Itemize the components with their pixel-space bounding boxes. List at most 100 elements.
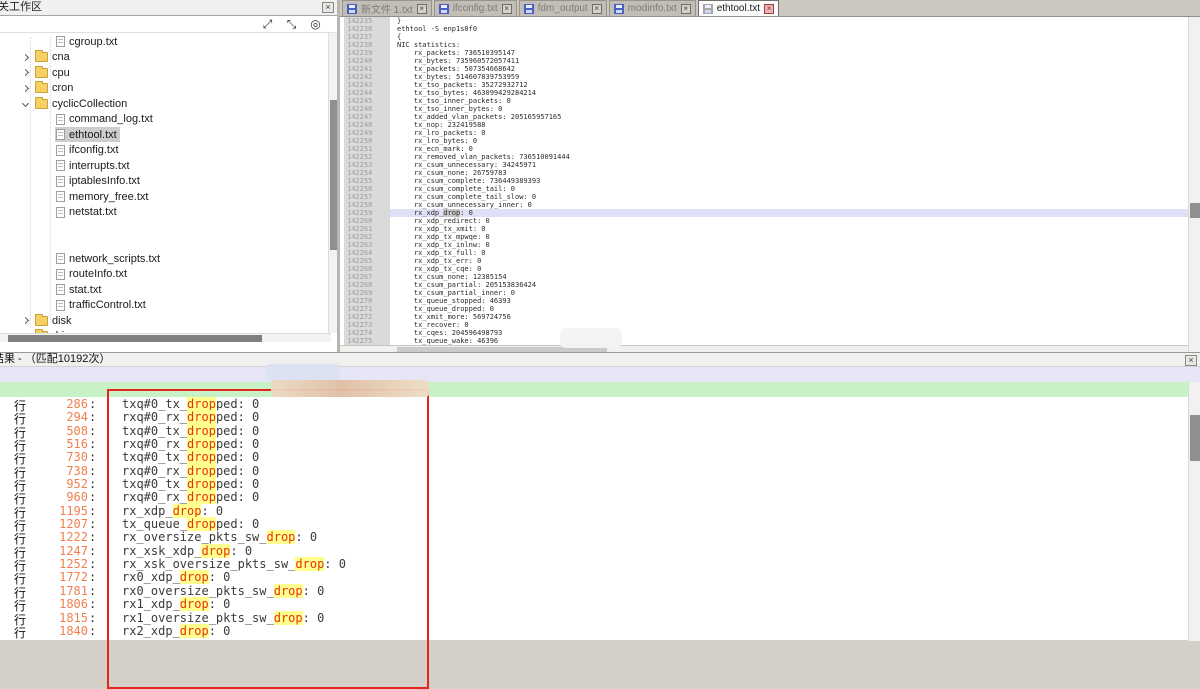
result-colon: : — [89, 450, 96, 464]
tab-close-icon[interactable]: × — [502, 4, 512, 14]
tab-close-icon[interactable]: × — [592, 4, 602, 14]
chevron-right-icon[interactable] — [22, 54, 29, 61]
editor-line: 142259 rx_xdp_drop: 0 — [340, 209, 1188, 217]
line-number: 142257 — [344, 193, 390, 201]
line-text: NIC statistics: — [390, 41, 1188, 49]
tree-item-network-scripts-txt[interactable]: network_scripts.txt — [0, 251, 331, 267]
chevron-right-icon[interactable] — [22, 85, 29, 92]
line-text: rx_csum_unnecessary_inner: 0 — [390, 201, 1188, 209]
workspace-close-icon[interactable]: × — [322, 2, 334, 13]
result-colon: : — [89, 490, 96, 504]
line-number: 142244 — [344, 89, 390, 97]
line-number: 142243 — [344, 81, 390, 89]
tree-item-ifconfig-txt[interactable]: ifconfig.txt — [0, 143, 331, 159]
chevron-down-icon[interactable] — [22, 100, 29, 107]
locate-file-icon[interactable]: ◎ — [308, 18, 323, 30]
tab-modinfo-txt[interactable]: modinfo.txt× — [609, 0, 696, 16]
tree-item-stat-txt[interactable]: stat.txt — [0, 282, 331, 298]
result-colon: : — [89, 437, 96, 451]
file-icon — [56, 284, 65, 295]
result-line-number: 1252 — [18, 557, 88, 571]
result-line-number: 294 — [18, 410, 88, 424]
expand-all-icon[interactable]: ⤢ — [260, 18, 275, 30]
line-text: tx_recover: 0 — [390, 321, 1188, 329]
editor-line: 142253 rx_csum_unnecessary: 34245971 — [340, 161, 1188, 169]
editor-horizontal-scrollbar[interactable] — [340, 345, 1188, 352]
redaction-blur — [271, 380, 429, 397]
workspace-panel: 关工作区 × ⤢ ⤡ ◎ cgroup.txtcnacpucroncyclicCol… — [0, 0, 340, 352]
tree-item-memory-free-txt[interactable]: memory_free.txt — [0, 189, 331, 205]
line-number: 142245 — [344, 97, 390, 105]
line-number: 142248 — [344, 121, 390, 129]
collapse-all-icon[interactable]: ⤡ — [284, 18, 299, 30]
tab-ifconfig-txt[interactable]: ifconfig.txt× — [434, 0, 517, 16]
tree-item-cna[interactable]: cna — [0, 50, 331, 66]
workspace-horizontal-scrollbar[interactable] — [0, 333, 331, 342]
line-text: tx_csum_partial: 205153836424 — [390, 281, 1188, 289]
line-number: 142249 — [344, 129, 390, 137]
result-colon: : — [89, 624, 96, 638]
editor-line: 142264 rx_xdp_tx_full: 0 — [340, 249, 1188, 257]
editor-line: 142245 tx_tso_inner_packets: 0 — [340, 97, 1188, 105]
tab-ethtool-txt[interactable]: ethtool.txt× — [698, 0, 779, 16]
editor-line: 142273 tx_recover: 0 — [340, 321, 1188, 329]
workspace-title: 关工作区 — [0, 0, 337, 15]
results-close-icon[interactable]: × — [1185, 355, 1197, 366]
line-text: tx_tso_inner_bytes: 0 — [390, 105, 1188, 113]
editor-line: 142241 tx_packets: 507354668642 — [340, 65, 1188, 73]
scrollbar-thumb[interactable] — [330, 100, 337, 250]
editor-lines[interactable]: 142235}142236ethtool -S enp1s0f0142237{1… — [340, 17, 1188, 345]
line-text: } — [390, 17, 1188, 25]
editor-line: 142269 tx_csum_partial_inner: 0 — [340, 289, 1188, 297]
result-line-number: 730 — [18, 450, 88, 464]
tab--1-txt[interactable]: 新文件 1.txt× — [342, 0, 432, 16]
tab-close-icon[interactable]: × — [417, 4, 427, 14]
scrollbar-thumb[interactable] — [1190, 415, 1200, 461]
line-text: rx_lro_bytes: 0 — [390, 137, 1188, 145]
tree-item-command-log-txt[interactable]: command_log.txt — [0, 112, 331, 128]
scrollbar-thumb[interactable] — [8, 335, 262, 342]
line-number: 142272 — [344, 313, 390, 321]
tree-item-iptablesinfo-txt[interactable]: iptablesInfo.txt — [0, 174, 331, 190]
folder-icon — [35, 316, 48, 326]
editor-line: 142266 rx_xdp_tx_cqe: 0 — [340, 265, 1188, 273]
line-number: 142239 — [344, 49, 390, 57]
tab-fdm-output[interactable]: fdm_output× — [519, 0, 607, 16]
editor-line: 142270 tx_queue_stopped: 46393 — [340, 297, 1188, 305]
file-icon — [56, 160, 65, 171]
folder-icon — [35, 52, 48, 62]
tree-item-interrupts-txt[interactable]: interrupts.txt — [0, 158, 331, 174]
results-vertical-scrollbar[interactable] — [1188, 382, 1200, 641]
save-icon — [524, 4, 534, 14]
tree-item-ethtool-txt[interactable]: ethtool.txt — [0, 127, 331, 143]
line-number: 142256 — [344, 185, 390, 193]
tree-item-disk[interactable]: disk — [0, 313, 331, 329]
chevron-right-icon[interactable] — [22, 69, 29, 76]
tree-item-driver[interactable]: driver — [0, 329, 331, 334]
tab-close-icon[interactable]: × — [681, 4, 691, 14]
tree-item-cycliccollection[interactable]: cyclicCollection — [0, 96, 331, 112]
tree-item-cron[interactable]: cron — [0, 81, 331, 97]
editor-line: 142265 rx_xdp_tx_err: 0 — [340, 257, 1188, 265]
tab-close-icon[interactable]: × — [764, 4, 774, 14]
tree-item-cgroup-txt[interactable]: cgroup.txt — [0, 34, 331, 50]
tree-item-label: ifconfig.txt — [69, 144, 119, 156]
line-text: rx_lro_packets: 0 — [390, 129, 1188, 137]
tree-item-trafficcontrol-txt[interactable]: trafficControl.txt — [0, 298, 331, 314]
line-text: rx_xdp_tx_inlnw: 0 — [390, 241, 1188, 249]
chevron-right-icon[interactable] — [22, 317, 29, 324]
results-summary: 索 "drop" （1个文件中匹配到10192次，总计 次） — [0, 367, 1200, 382]
tree-item-netstat-txt[interactable]: netstat.txt — [0, 205, 331, 221]
result-line-number: 738 — [18, 464, 88, 478]
tree-item-routeinfo-txt[interactable]: routeInfo.txt — [0, 267, 331, 283]
scrollbar-thumb[interactable] — [1190, 203, 1200, 218]
results-titlebar: 结果 - （匹配10192次） × — [0, 353, 1200, 367]
line-number: 142236 — [344, 25, 390, 33]
line-text: tx_packets: 507354668642 — [390, 65, 1188, 73]
editor-vertical-scrollbar[interactable] — [1188, 17, 1200, 352]
file-icon — [56, 176, 65, 187]
tree-item-cpu[interactable]: cpu — [0, 65, 331, 81]
file-icon — [56, 253, 65, 264]
line-text: rx_csum_complete_tail: 0 — [390, 185, 1188, 193]
line-text: rx_xdp_tx_mpwqe: 0 — [390, 233, 1188, 241]
